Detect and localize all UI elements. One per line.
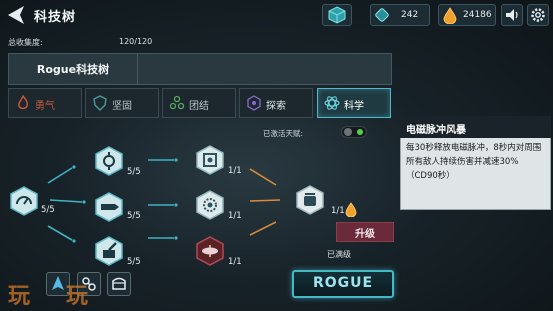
node-tier3-bottom[interactable] (195, 236, 225, 266)
watermark-glyph: 玩 (8, 284, 31, 309)
node-tier2-bottom[interactable] (94, 236, 124, 266)
upgrade-label: 升级 (355, 229, 375, 240)
chest-button[interactable] (107, 272, 131, 296)
node-level: 5/5 (41, 205, 55, 215)
node-tier2-top[interactable] (94, 146, 124, 176)
node-tier3-top[interactable] (195, 145, 225, 175)
chest-icon (112, 277, 126, 290)
talent-description: 每30秒释放电磁脉冲，8秒内对周围所有敌人持续伤害并减速30%（CD90秒） (406, 143, 542, 181)
turret-icon (95, 236, 123, 266)
rogue-button-label: ROGUE (312, 275, 374, 291)
node-level: 5/5 (127, 167, 141, 177)
maxed-label: 已满级 (327, 250, 351, 259)
drone-icon (196, 236, 224, 266)
node-tier3-mid[interactable] (195, 190, 225, 220)
pulse-fist-icon (296, 185, 324, 215)
node-level: 1/1 (331, 206, 345, 216)
gauge-icon (10, 186, 38, 216)
missile-icon (95, 192, 123, 222)
node-tier2-mid[interactable] (94, 192, 124, 222)
node-root[interactable] (9, 186, 39, 216)
talent-title: 电磁脉冲风暴 (406, 125, 466, 136)
sunburst-icon (196, 190, 224, 220)
node-level: 1/1 (228, 211, 242, 221)
node-level: 5/5 (127, 257, 141, 267)
node-final[interactable] (295, 185, 325, 215)
gold-drop-icon (345, 202, 357, 217)
node-level: 1/1 (228, 166, 242, 176)
connector-line (47, 167, 73, 184)
node-level: 5/5 (127, 211, 141, 221)
circuit-icon (95, 146, 123, 176)
node-level: 1/1 (228, 257, 242, 267)
core-icon (196, 145, 224, 175)
watermark-glyph: 玩 (66, 284, 89, 309)
